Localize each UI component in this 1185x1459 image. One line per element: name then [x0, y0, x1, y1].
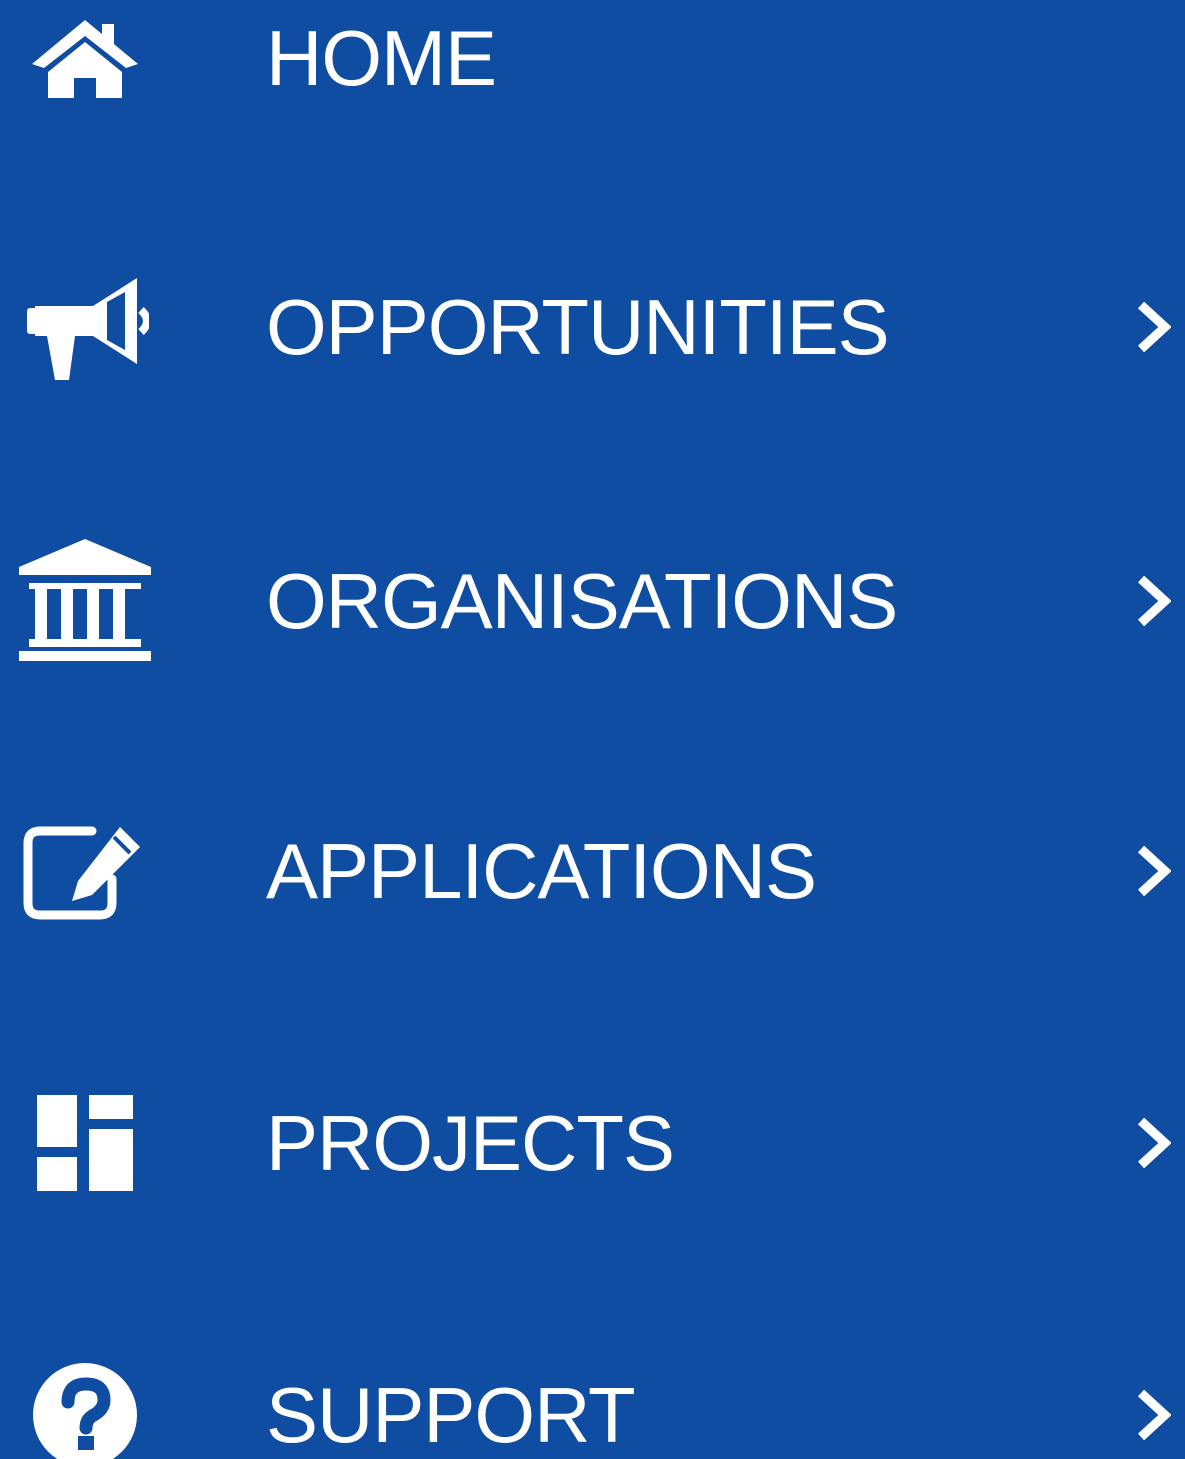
institution-icon	[10, 521, 160, 681]
chevron-right-icon	[1128, 1335, 1178, 1459]
sidebar-item-label: OPPORTUNITIES	[266, 283, 890, 371]
sidebar-item-label: SUPPORT	[266, 1371, 636, 1459]
chevron-right-icon	[1128, 791, 1178, 951]
sidebar-item-label: PROJECTS	[266, 1099, 675, 1187]
sidebar-item-opportunities[interactable]: OPPORTUNITIES	[0, 247, 1185, 407]
home-icon	[10, 0, 160, 138]
edit-icon	[10, 791, 160, 951]
sidebar-item-home[interactable]: HOME	[0, 0, 1185, 138]
sidebar-item-projects[interactable]: PROJECTS	[0, 1063, 1185, 1223]
sidebar-item-support[interactable]: SUPPORT	[0, 1335, 1185, 1459]
chevron-right-icon	[1128, 521, 1178, 681]
sidebar-item-organisations[interactable]: ORGANISATIONS	[0, 521, 1185, 681]
megaphone-icon	[10, 247, 160, 407]
question-icon	[10, 1335, 160, 1459]
chevron-right-icon	[1128, 247, 1178, 407]
sidebar-item-label: APPLICATIONS	[266, 827, 817, 915]
sidebar-item-label: ORGANISATIONS	[266, 557, 898, 645]
sidebar-item-label: HOME	[266, 14, 497, 102]
chevron-right-icon	[1128, 1063, 1178, 1223]
dashboard-icon	[10, 1063, 160, 1223]
sidebar-nav: HOME OPPORTUNITIES ORGANISATIONS APPLICA…	[0, 0, 1185, 1459]
sidebar-item-applications[interactable]: APPLICATIONS	[0, 791, 1185, 951]
